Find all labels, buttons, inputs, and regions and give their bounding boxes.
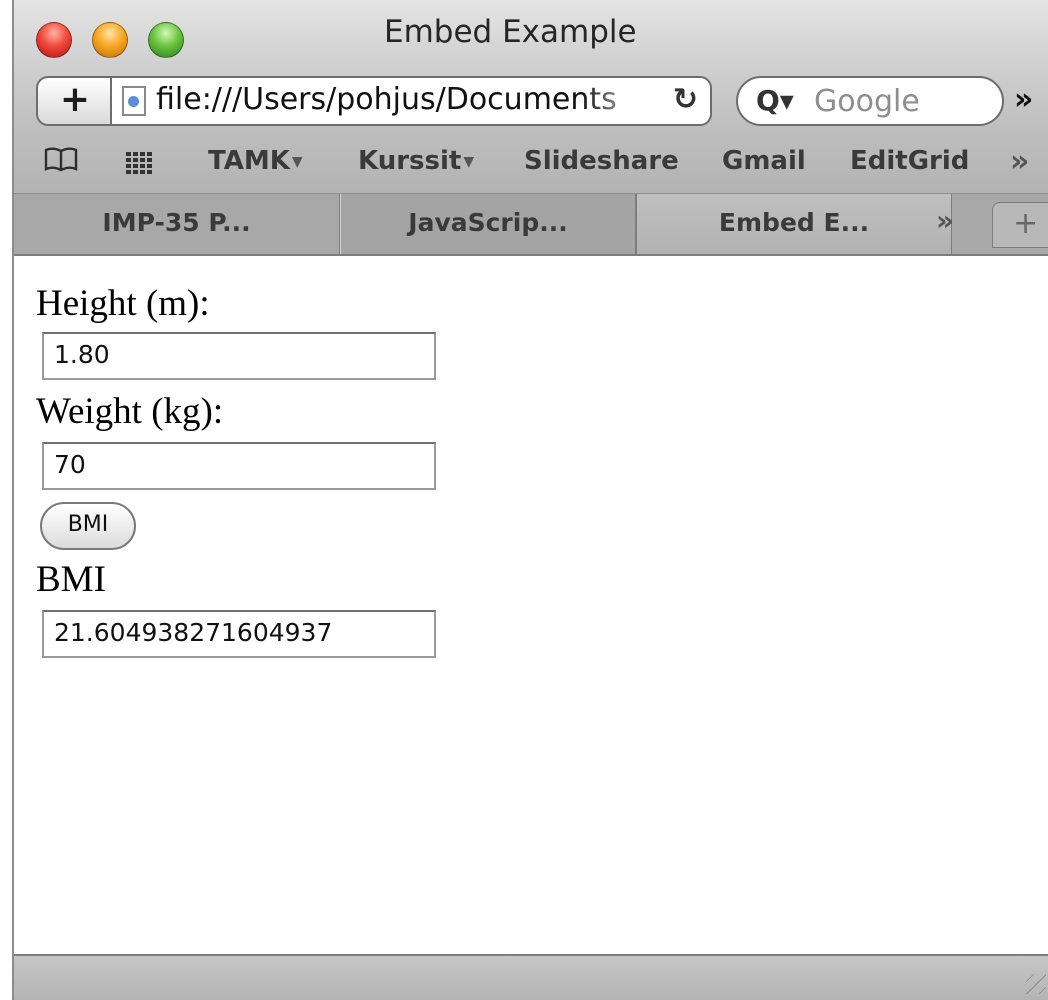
height-label: Height (m): — [36, 283, 210, 324]
minimize-window-button[interactable] — [92, 22, 128, 58]
tab-imp-35[interactable]: IMP-35 P... — [14, 194, 340, 254]
reload-icon[interactable]: ↻ — [673, 82, 698, 117]
resize-grip-icon[interactable] — [1026, 974, 1046, 994]
open-book-icon — [44, 147, 78, 172]
navigation-toolbar: + file:///Users/pohjus/Documents ↻ Q▾ Go… — [14, 68, 1048, 134]
bookmarks-overflow-icon[interactable]: » — [1010, 144, 1029, 179]
tab-bar: IMP-35 P... JavaScrip... Embed E... » + — [14, 194, 1048, 256]
status-bar — [14, 954, 1048, 1000]
bookmark-editgrid[interactable]: EditGrid — [850, 146, 969, 176]
toolbar-overflow-icon[interactable]: » — [1014, 82, 1033, 117]
new-tab-button[interactable]: + — [992, 202, 1048, 248]
search-placeholder: Google — [814, 84, 920, 119]
zoom-window-button[interactable] — [148, 22, 184, 58]
weight-input[interactable]: 70 — [42, 442, 436, 490]
bookmark-tamk[interactable]: TAMK ▼ — [208, 146, 303, 176]
bookmark-label: TAMK — [208, 146, 290, 176]
bmi-button[interactable]: BMI — [40, 502, 136, 550]
page-content: Height (m): 1.80 Weight (kg): 70 BMI BMI… — [16, 256, 1048, 954]
height-input[interactable]: 1.80 — [42, 332, 436, 380]
bookmark-slideshare[interactable]: Slideshare — [524, 146, 679, 176]
bmi-label: BMI — [36, 559, 106, 600]
add-bookmark-button[interactable]: + — [36, 76, 112, 126]
tab-javascript[interactable]: JavaScrip... — [340, 194, 636, 254]
bookmark-kurssit[interactable]: Kurssit ▼ — [358, 146, 474, 176]
bookmark-label: Kurssit — [358, 146, 462, 176]
page-icon — [122, 86, 146, 116]
weight-label: Weight (kg): — [36, 391, 224, 432]
url-text[interactable]: file:///Users/pohjus/Documents — [156, 82, 656, 117]
search-input[interactable]: Q▾ Google — [736, 76, 1004, 126]
bookmarks-book-icon[interactable] — [44, 145, 78, 180]
bookmark-gmail[interactable]: Gmail — [722, 146, 806, 176]
search-icon[interactable]: Q▾ — [756, 84, 794, 117]
bmi-output-field[interactable]: 21.604938271604937 — [42, 610, 436, 658]
bookmarks-bar: TAMK ▼ Kurssit ▼ Slideshare Gmail EditGrid… — [14, 134, 1048, 194]
address-bar[interactable]: file:///Users/pohjus/Documents ↻ — [110, 76, 712, 126]
top-sites-grid-icon[interactable] — [126, 152, 154, 174]
tab-embed-example[interactable]: Embed E... — [636, 194, 952, 254]
tabs-overflow-icon[interactable]: » — [936, 204, 954, 237]
menu-arrow-icon: ▼ — [463, 153, 475, 170]
window-frame — [0, 0, 14, 1000]
window-title: Embed Example — [384, 14, 637, 50]
close-window-button[interactable] — [36, 22, 72, 58]
title-bar: Embed Example — [14, 0, 1048, 68]
browser-window: Embed Example + file:///Users/pohjus/Doc… — [0, 0, 1048, 1000]
menu-arrow-icon: ▼ — [291, 153, 303, 170]
